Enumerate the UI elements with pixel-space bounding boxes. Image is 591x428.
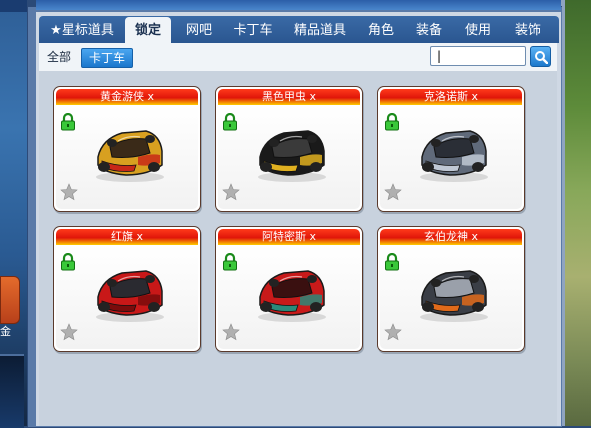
kart-image [420, 130, 488, 182]
panel-title-bar [36, 0, 561, 10]
item-card[interactable]: 克洛诺斯 x [377, 86, 525, 212]
search-icon [535, 51, 548, 64]
tab-locked[interactable]: 锁定 [125, 17, 171, 44]
tab-netcafe[interactable]: 网吧 [178, 18, 220, 43]
tab-premium-items[interactable]: 精品道具 [288, 18, 352, 43]
lock-icon[interactable] [384, 113, 400, 131]
favorite-star-icon[interactable] [384, 183, 402, 201]
filter-all-button[interactable]: 全部 [47, 48, 71, 66]
lock-icon[interactable] [384, 253, 400, 271]
item-name: 黑色甲虫 x [218, 89, 360, 105]
item-name: 红旗 x [56, 229, 198, 245]
left-side-label: 金 [0, 325, 11, 338]
lock-icon[interactable] [222, 113, 238, 131]
tab-character[interactable]: 角色 [361, 18, 401, 43]
kart-image [96, 130, 164, 182]
lock-icon[interactable] [60, 253, 76, 271]
search-input[interactable] [430, 46, 526, 66]
favorite-star-icon[interactable] [222, 323, 240, 341]
lock-icon[interactable] [60, 113, 76, 131]
filter-kart-chip[interactable]: 卡丁车 [81, 48, 133, 68]
kart-image [96, 270, 164, 322]
item-card[interactable]: 黄金游侠 x [53, 86, 201, 212]
search-button[interactable] [530, 46, 551, 67]
tab-starred-items[interactable]: ★星标道具 [47, 18, 117, 43]
tab-equipment[interactable]: 装备 [409, 18, 449, 43]
kart-image [420, 270, 488, 322]
left-dark-panel [0, 354, 24, 428]
item-name: 克洛诺斯 x [380, 89, 522, 105]
item-name: 玄伯龙神 x [380, 229, 522, 245]
item-card[interactable]: 红旗 x [53, 226, 201, 352]
item-name: 阿特密斯 x [218, 229, 360, 245]
tab-use[interactable]: 使用 [458, 18, 498, 43]
kart-image [258, 270, 326, 322]
item-card[interactable]: 阿特密斯 x [215, 226, 363, 352]
tab-decoration[interactable]: 装饰 [508, 18, 548, 43]
favorite-star-icon[interactable] [60, 323, 78, 341]
left-side-icon[interactable] [0, 276, 20, 324]
favorite-star-icon[interactable] [60, 183, 78, 201]
lock-icon[interactable] [222, 253, 238, 271]
item-card[interactable]: 玄伯龙神 x [377, 226, 525, 352]
tab-kart[interactable]: 卡丁车 [228, 18, 278, 43]
favorite-star-icon[interactable] [222, 183, 240, 201]
item-card[interactable]: 黑色甲虫 x [215, 86, 363, 212]
left-top-strip [0, 0, 27, 12]
favorite-star-icon[interactable] [384, 323, 402, 341]
kart-image [258, 130, 326, 182]
right-background [565, 0, 591, 426]
item-name: 黄金游侠 x [56, 89, 198, 105]
